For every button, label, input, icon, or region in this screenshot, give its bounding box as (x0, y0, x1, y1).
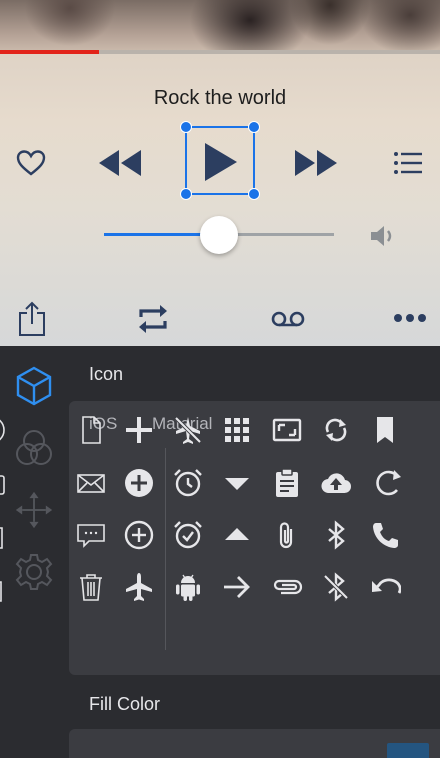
icon-picker: iOS Material (0, 401, 440, 675)
repeat-icon[interactable] (136, 303, 170, 335)
document-icon[interactable] (73, 412, 109, 448)
move-arrows-icon[interactable] (14, 490, 54, 530)
chat-icon[interactable] (73, 517, 109, 553)
add-circle-icon[interactable] (121, 465, 157, 501)
resize-handle-top-right[interactable] (248, 121, 260, 133)
grid-divider (165, 448, 166, 650)
bookmark-icon[interactable] (367, 412, 403, 448)
tool-rail (0, 346, 68, 758)
airplane-circle-icon[interactable] (0, 412, 9, 448)
attach-file-icon[interactable] (269, 569, 305, 605)
music-player-preview: Rock the world (0, 0, 440, 346)
fill-color-swatch[interactable] (387, 743, 429, 758)
icon-section-title: Icon (89, 364, 124, 384)
fast-forward-icon[interactable] (292, 147, 340, 179)
color-circles-icon[interactable] (14, 428, 54, 468)
airplane-off-icon[interactable] (170, 412, 206, 448)
attachment-icon[interactable] (269, 517, 305, 553)
mail-icon[interactable] (73, 465, 109, 501)
sync-icon[interactable] (318, 412, 354, 448)
heart-icon[interactable] (14, 148, 48, 178)
alarm-on-icon[interactable] (170, 517, 206, 553)
share-icon[interactable] (0, 569, 9, 605)
airplane-icon[interactable] (121, 569, 157, 605)
download-icon[interactable] (0, 517, 9, 553)
resize-handle-bottom-right[interactable] (248, 188, 260, 200)
volume-slider-thumb[interactable] (200, 216, 238, 254)
rewind-icon[interactable] (96, 147, 144, 179)
android-icon[interactable] (170, 569, 206, 605)
song-title: Rock the world (153, 87, 287, 109)
camera-icon[interactable] (0, 465, 9, 501)
cloud-upload-icon[interactable] (318, 465, 354, 501)
apps-grid-icon[interactable] (219, 412, 255, 448)
arrow-drop-up-icon[interactable] (219, 517, 255, 553)
share-icon[interactable] (16, 300, 48, 338)
playback-progress-bar[interactable] (0, 50, 440, 54)
speaker-icon[interactable] (368, 222, 400, 250)
play-icon[interactable] (198, 140, 242, 184)
phone-icon[interactable] (367, 517, 403, 553)
voicemail-icon[interactable] (270, 308, 306, 330)
album-photo (0, 0, 440, 50)
add-circle-outline-icon[interactable] (121, 517, 157, 553)
editor-panel: Icon iOS Material Fill Color (0, 346, 440, 758)
clipboard-icon[interactable] (269, 465, 305, 501)
bluetooth-disabled-icon[interactable] (318, 569, 354, 605)
undo-icon[interactable] (367, 569, 403, 605)
fill-color-title: Fill Color (89, 694, 161, 714)
picture-in-picture-icon[interactable] (269, 412, 305, 448)
arrow-forward-icon[interactable] (219, 569, 255, 605)
bluetooth-icon[interactable] (318, 517, 354, 553)
plus-icon[interactable] (121, 412, 157, 448)
more-icon[interactable] (392, 310, 428, 326)
arrow-drop-down-icon[interactable] (219, 465, 255, 501)
alarm-icon[interactable] (170, 465, 206, 501)
gear-icon[interactable] (14, 552, 54, 592)
cube-icon[interactable] (14, 366, 54, 406)
list-icon[interactable] (392, 150, 424, 176)
fill-color-row[interactable] (69, 729, 440, 758)
resize-handle-bottom-left[interactable] (180, 188, 192, 200)
trash-icon[interactable] (73, 569, 109, 605)
playback-progress-fill (0, 50, 99, 54)
resize-handle-top-left[interactable] (180, 121, 192, 133)
rotate-icon[interactable] (367, 465, 403, 501)
